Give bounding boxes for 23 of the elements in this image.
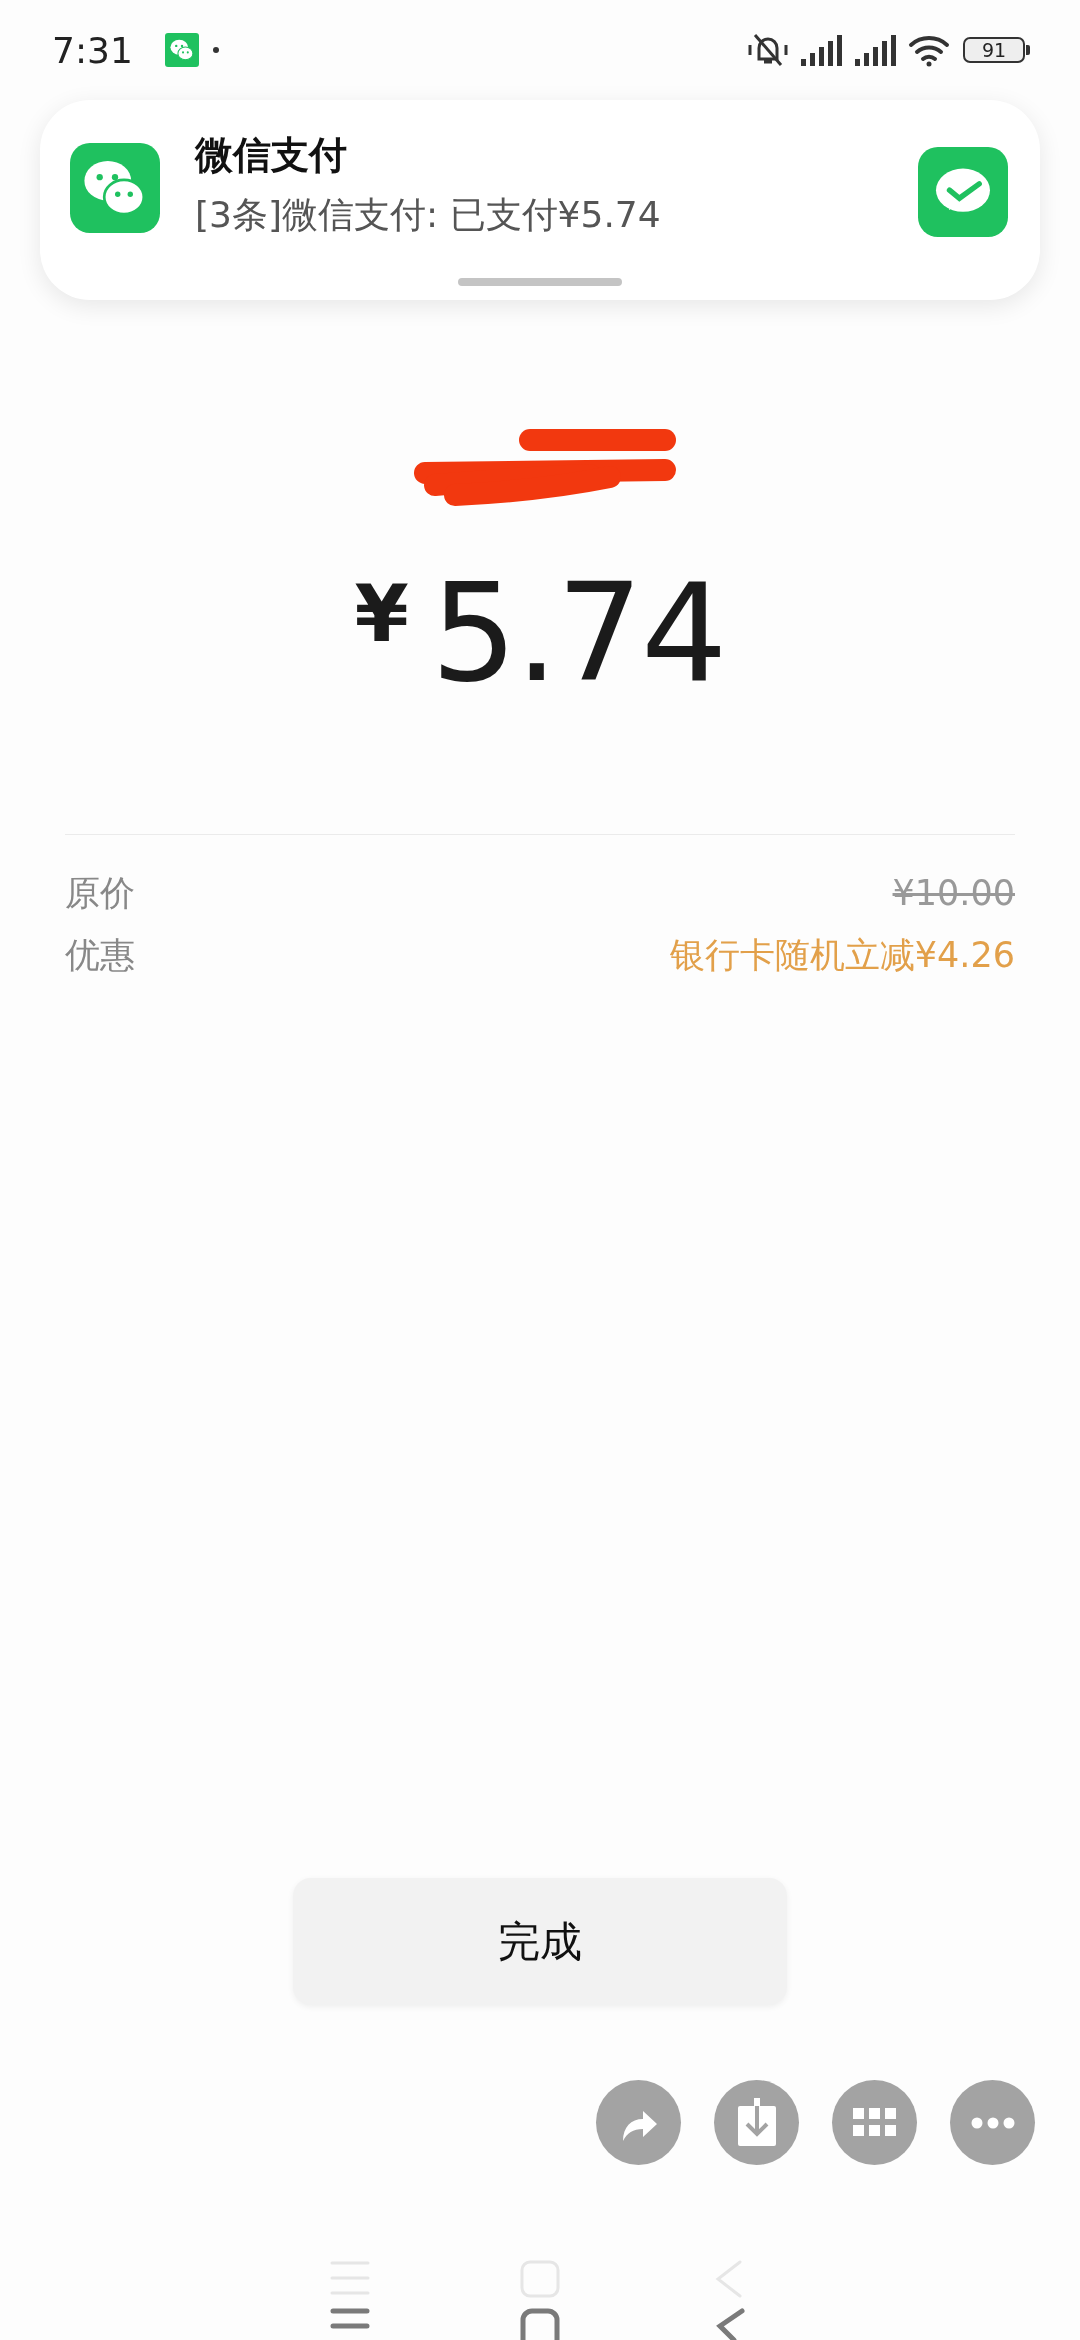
signal-icon — [799, 33, 843, 67]
currency-symbol: ¥ — [354, 575, 409, 653]
original-price: ¥10.00 — [892, 873, 1015, 913]
chat-app-icon — [70, 143, 160, 233]
detail-label: 优惠 — [65, 933, 135, 977]
chat-app-icon — [164, 33, 199, 67]
notification-message: [3条]微信支付: 已支付¥5.74 — [195, 193, 662, 237]
discount-value: 银行卡随机立减¥4.26 — [669, 933, 1015, 977]
status-time: 7:31 — [52, 29, 133, 71]
done-button[interactable]: 完成 — [293, 1878, 787, 2005]
detail-label: 原价 — [65, 871, 135, 915]
more-icon — [970, 2116, 1015, 2129]
home-icon[interactable] — [520, 2308, 560, 2340]
battery-level: 91 — [963, 37, 1025, 63]
payment-amount: 5.74 — [430, 565, 726, 701]
drag-handle[interactable] — [458, 278, 622, 286]
signal-icon — [853, 33, 897, 67]
payment-check-icon — [918, 147, 1008, 237]
notification-title: 微信支付 — [195, 132, 348, 179]
muted-bell-icon — [747, 31, 789, 69]
notification-card[interactable]: 微信支付 [3条]微信支付: 已支付¥5.74 — [40, 100, 1040, 300]
grid-icon — [852, 2107, 897, 2138]
dot-icon — [212, 47, 219, 53]
